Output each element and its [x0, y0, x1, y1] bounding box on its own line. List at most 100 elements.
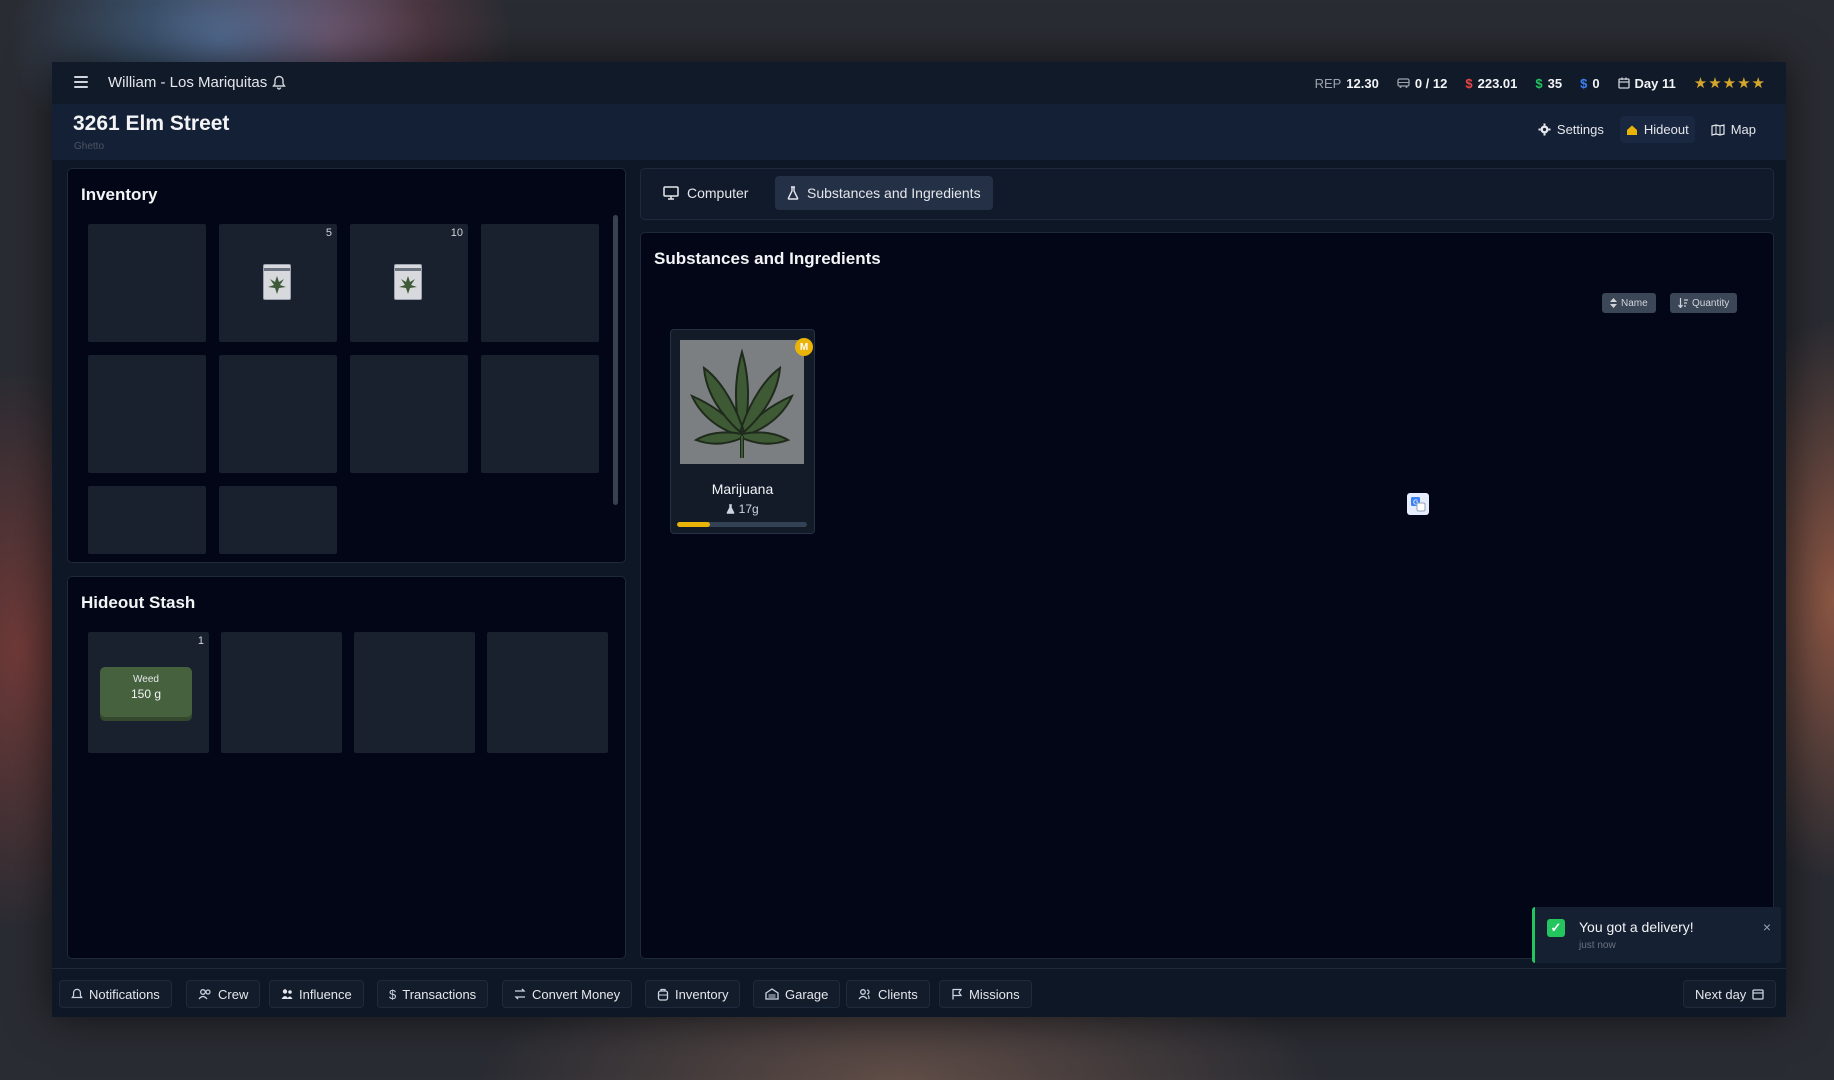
clean-dollar-icon: $: [1535, 75, 1543, 91]
inventory-slot[interactable]: [481, 224, 599, 342]
location-address: 3261 Elm Street: [73, 112, 230, 135]
tab-substances[interactable]: Substances and Ingredients: [775, 176, 993, 210]
clients-button[interactable]: Clients: [846, 980, 930, 1008]
transactions-label: Transactions: [402, 986, 477, 1002]
calendar-icon: [1617, 77, 1630, 89]
rep-value: 12.30: [1346, 75, 1379, 91]
hideout-button[interactable]: Hideout: [1619, 116, 1695, 143]
bank-stat: $0: [1580, 76, 1599, 91]
backpack-icon: [657, 988, 669, 1001]
toast-close-button[interactable]: ×: [1763, 919, 1771, 935]
capacity-value: 0 / 12: [1414, 75, 1448, 91]
inventory-scrollbar[interactable]: [613, 215, 618, 505]
crew-button[interactable]: Crew: [186, 980, 261, 1008]
notifications-button[interactable]: Notifications: [59, 980, 172, 1008]
menu-icon[interactable]: [74, 76, 88, 88]
substances-title: Substances and Ingredients: [654, 249, 881, 268]
flask-icon: [726, 504, 735, 514]
convert-money-label: Convert Money: [532, 986, 621, 1002]
item-badge: M: [795, 338, 813, 356]
inventory-slot[interactable]: [88, 224, 206, 342]
map-button[interactable]: Map: [1705, 116, 1762, 143]
exchange-icon: [514, 988, 526, 1000]
sort-name-label: Name: [1621, 297, 1648, 309]
stash-title: Hideout Stash: [81, 593, 196, 612]
gear-icon: [1538, 123, 1551, 136]
map-icon: [1711, 123, 1725, 136]
inventory-panel: Inventory 5 10: [67, 168, 626, 563]
notifications-label: Notifications: [89, 986, 160, 1002]
influence-label: Influence: [299, 986, 352, 1002]
next-day-label: Next day: [1695, 986, 1747, 1002]
clients-label: Clients: [878, 986, 918, 1002]
stash-slot[interactable]: [354, 632, 475, 753]
brick-label: Weed: [133, 674, 159, 685]
inventory-button[interactable]: Inventory: [645, 980, 741, 1008]
convert-money-button[interactable]: Convert Money: [502, 980, 633, 1008]
next-day-button[interactable]: Next day: [1683, 980, 1777, 1008]
baggie-icon: [263, 264, 291, 300]
bank-value: 0: [1592, 75, 1600, 91]
inventory-slot[interactable]: [219, 486, 337, 554]
dirty-dollar-icon: $: [1465, 75, 1473, 91]
settings-label: Settings: [1556, 122, 1604, 137]
dollar-icon: $: [389, 986, 397, 1002]
influence-icon: [281, 989, 293, 999]
cash-value: 223.01: [1477, 75, 1518, 91]
garage-button[interactable]: Garage: [753, 980, 841, 1008]
clients-icon: [858, 989, 870, 1000]
clean-money-stat: $35: [1535, 76, 1562, 91]
substance-name: Marijuana: [711, 481, 774, 497]
crew-label: Crew: [218, 986, 249, 1002]
player-name: William - Los Mariquitas: [108, 74, 268, 91]
baggie-icon: [394, 264, 422, 300]
missions-label: Missions: [969, 986, 1020, 1002]
inventory-slot[interactable]: [88, 355, 206, 473]
stash-slot[interactable]: 1 Weed 150 g: [88, 632, 209, 753]
tab-computer[interactable]: Computer: [651, 176, 760, 210]
top-bar: William - Los Mariquitas REP 12.30 0 / 12…: [52, 62, 1786, 104]
calendar-icon: [1752, 989, 1764, 1000]
slot-quantity: 1: [197, 635, 204, 647]
garage-label: Garage: [785, 986, 829, 1002]
slot-quantity: 10: [450, 227, 463, 239]
stash-panel: Hideout Stash 1 Weed 150 g: [67, 576, 626, 959]
inventory-title: Inventory: [81, 185, 158, 204]
inventory-slot[interactable]: [350, 355, 468, 473]
slot-quantity: 5: [325, 227, 332, 239]
game-window: William - Los Mariquitas REP 12.30 0 / 12…: [52, 62, 1786, 1017]
bank-dollar-icon: $: [1580, 75, 1588, 91]
header-nav: Settings Hideout Map: [1532, 116, 1762, 143]
sort-quantity-button[interactable]: Quantity: [1670, 293, 1738, 313]
bell-icon[interactable]: [272, 75, 286, 95]
tab-substances-label: Substances and Ingredients: [807, 185, 981, 201]
day-value: Day 11: [1634, 75, 1676, 91]
brick-weight: 150 g: [130, 687, 162, 701]
inventory-slot[interactable]: 5: [219, 224, 337, 342]
stash-slot[interactable]: [487, 632, 608, 753]
bell-icon: [71, 988, 83, 998]
flask-icon: [787, 186, 799, 200]
inventory-label: Inventory: [675, 986, 729, 1002]
translate-icon[interactable]: G: [1407, 493, 1429, 515]
monitor-icon: [663, 186, 679, 200]
substance-card-marijuana[interactable]: M Marijuana 17g: [670, 329, 815, 534]
hideout-label: Hideout: [1643, 122, 1689, 137]
missions-button[interactable]: Missions: [939, 980, 1032, 1008]
tab-computer-label: Computer: [687, 185, 749, 201]
stash-slot[interactable]: [221, 632, 342, 753]
settings-button[interactable]: Settings: [1532, 116, 1610, 143]
inventory-slot[interactable]: [481, 355, 599, 473]
delivery-toast: ✓ You got a delivery! just now ×: [1532, 907, 1781, 963]
inventory-slot[interactable]: 10: [350, 224, 468, 342]
location-district: Ghetto: [74, 141, 105, 152]
sort-desc-icon: [1678, 298, 1688, 308]
crew-icon: [198, 989, 211, 1000]
inventory-slot[interactable]: [219, 355, 337, 473]
garage-icon: [765, 988, 779, 1000]
inventory-slot[interactable]: [88, 486, 206, 554]
rep-stat: REP 12.30: [1315, 76, 1379, 91]
influence-button[interactable]: Influence: [269, 980, 364, 1008]
transactions-button[interactable]: $ Transactions: [377, 980, 489, 1008]
sort-name-button[interactable]: Name: [1602, 293, 1656, 313]
